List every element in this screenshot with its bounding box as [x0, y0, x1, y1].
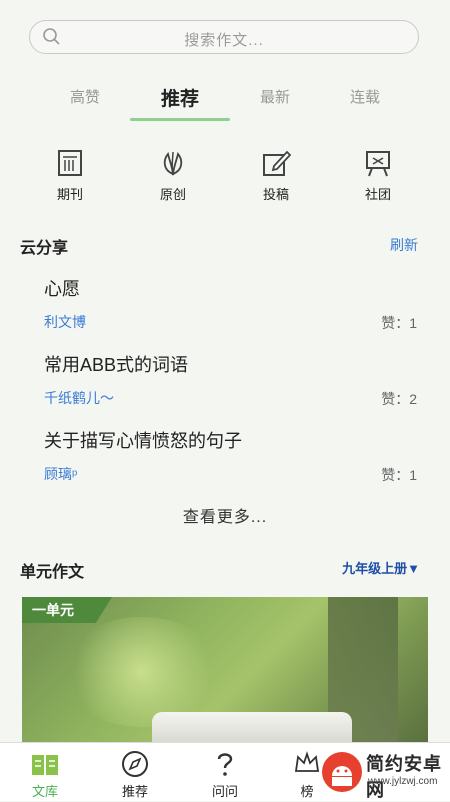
tab-recommend[interactable]: 推荐: [130, 84, 230, 111]
question-icon: [217, 753, 233, 776]
category-label: 投稿: [262, 187, 289, 202]
post-likes: 赞：1: [381, 467, 417, 483]
book-icon: [32, 755, 58, 775]
nav-label: 推荐: [121, 784, 148, 799]
android-logo-icon: [322, 752, 362, 792]
post-title[interactable]: 关于描写心情愤怒的句子: [44, 427, 242, 453]
nav-label: 文库: [31, 784, 58, 799]
nav-library[interactable]: 文库: [10, 749, 80, 800]
tab-active-indicator: [130, 118, 230, 121]
unit-badge: 一单元: [22, 597, 112, 623]
nav-recommend[interactable]: 推荐: [100, 749, 170, 800]
post-title[interactable]: 常用ABB式的词语: [44, 351, 188, 377]
category-row: 期刊 原创 投稿 社团: [0, 148, 450, 208]
tab-serial[interactable]: 连载: [315, 86, 415, 107]
leaf-icon: [163, 151, 183, 176]
site-watermark: 简约安卓网 www.jylzwj.com: [316, 748, 446, 800]
section-title-unit-essay: 单元作文: [20, 564, 85, 581]
unit-banner[interactable]: 一单元: [22, 597, 428, 747]
tab-bar: 高赞 推荐 最新 连载: [0, 82, 450, 122]
category-original[interactable]: 原创: [143, 148, 203, 203]
post-title[interactable]: 心愿: [44, 275, 80, 301]
compass-icon: [122, 751, 148, 777]
post-author[interactable]: 利文博: [44, 312, 86, 332]
section-title-cloud-share: 云分享: [20, 240, 69, 257]
tab-latest[interactable]: 最新: [225, 86, 325, 107]
category-label: 社团: [364, 187, 391, 202]
category-label: 原创: [159, 187, 186, 202]
watermark-url: www.jylzwj.com: [368, 776, 438, 787]
category-magazine[interactable]: 期刊: [40, 148, 100, 203]
grade-selector[interactable]: 九年级上册▼: [342, 558, 420, 577]
search-input[interactable]: 搜索作文...: [29, 20, 419, 54]
post-author[interactable]: 顾璃ᵖ: [44, 464, 77, 484]
unit-badge-label: 一单元: [32, 602, 74, 618]
category-submit[interactable]: 投稿: [246, 148, 306, 203]
club-icon: [366, 151, 390, 177]
category-label: 期刊: [56, 187, 83, 202]
edit-icon: [263, 150, 291, 176]
magazine-icon: [58, 150, 82, 176]
nav-label: 问问: [211, 784, 238, 799]
nav-ask[interactable]: 问问: [190, 749, 260, 800]
post-likes: 赞：1: [381, 315, 417, 331]
category-club[interactable]: 社团: [348, 148, 408, 203]
post-author[interactable]: 千纸鹤儿～: [44, 388, 114, 408]
tab-high-praise[interactable]: 高赞: [35, 86, 135, 107]
post-likes: 赞：2: [381, 391, 417, 407]
view-more-link[interactable]: 查看更多...: [0, 503, 450, 527]
refresh-button[interactable]: 刷新: [390, 235, 418, 255]
search-placeholder: 搜索作文...: [184, 32, 264, 49]
